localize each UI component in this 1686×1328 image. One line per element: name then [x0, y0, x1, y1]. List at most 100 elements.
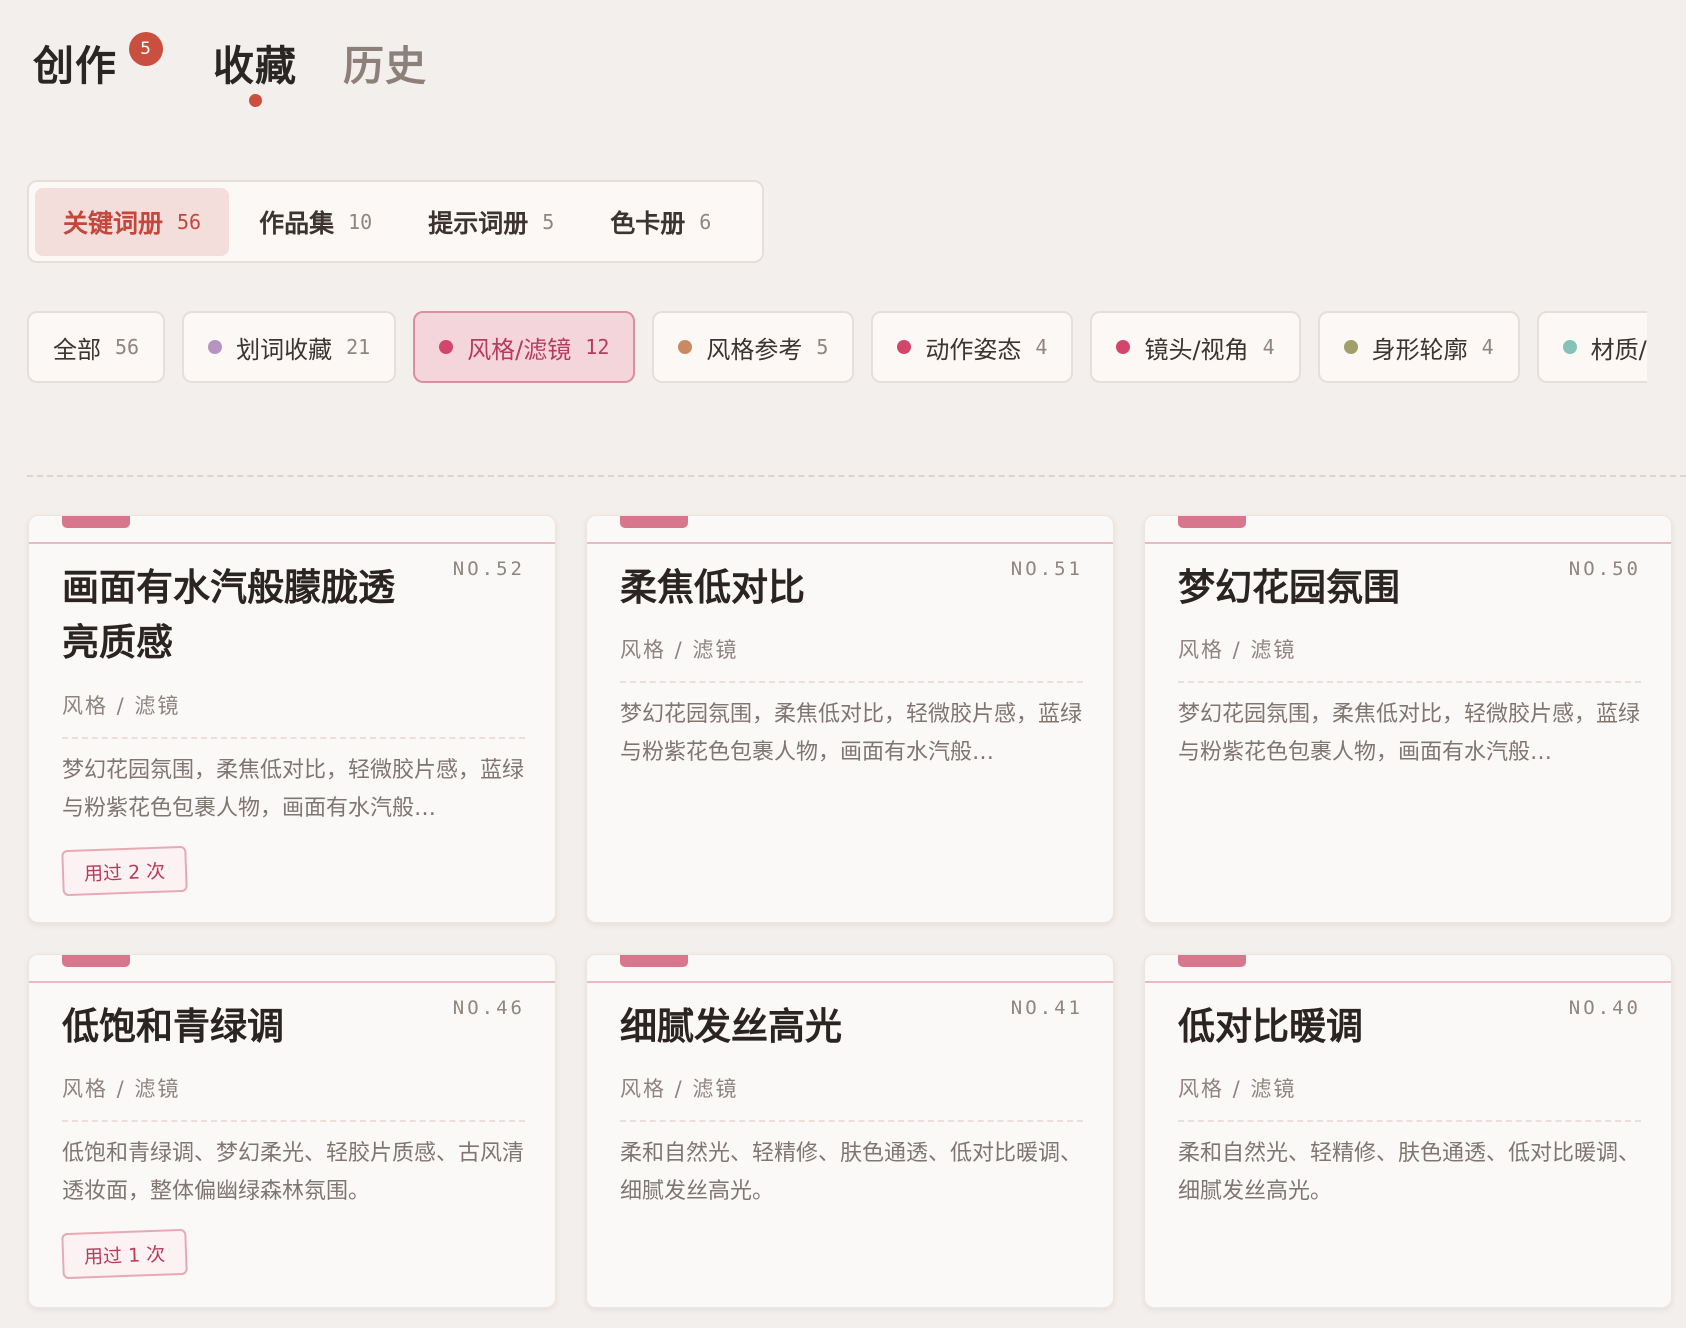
- filter-chip-camera-angle[interactable]: 镜头/视角 4: [1090, 311, 1301, 383]
- color-dot-icon: [439, 340, 454, 354]
- card-title: 梦幻花园氛围: [1178, 566, 1400, 609]
- active-tab-indicator: [249, 94, 262, 107]
- card-title: 细腻发丝高光: [620, 1005, 842, 1048]
- chip-count: 5: [816, 335, 829, 359]
- keyword-card[interactable]: NO.46 低饱和青绿调 风格 / 滤镜 低饱和青绿调、梦幻柔光、轻胶片质感、古…: [28, 954, 556, 1308]
- chip-label: 动作姿态: [925, 335, 1022, 364]
- chip-label: 划词收藏: [236, 335, 333, 364]
- card-top-rule: [1145, 542, 1671, 544]
- notification-badge: 5: [129, 32, 163, 66]
- tab-create[interactable]: 创作 5: [33, 32, 163, 92]
- chip-count: 4: [1035, 335, 1048, 359]
- card-title: 柔焦低对比: [620, 566, 805, 609]
- keyword-card[interactable]: NO.51 柔焦低对比 风格 / 滤镜 梦幻花园氛围，柔焦低对比，轻微胶片感，蓝…: [586, 515, 1114, 923]
- card-number: NO.41: [1010, 997, 1083, 1019]
- usage-stamp: 用过 2 次: [61, 845, 188, 897]
- card-top-rule: [1145, 981, 1671, 983]
- collection-type-tabs: 关键词册 56 作品集 10 提示词册 5 色卡册 6: [27, 180, 764, 263]
- subtab-count: 56: [177, 209, 202, 234]
- card-title: 低饱和青绿调: [62, 1005, 284, 1048]
- filter-chip-material[interactable]: 材质/: [1536, 311, 1647, 383]
- chip-count: 12: [585, 335, 610, 359]
- card-description: 梦幻花园氛围，柔焦低对比，轻微胶片感，蓝绿与粉紫花色包裹人物，画面有水汽般…: [620, 702, 1083, 765]
- chip-label: 风格/滤镜: [467, 335, 572, 364]
- subtab-colorcards[interactable]: 色卡册 6: [582, 188, 739, 256]
- card-separator: [62, 737, 525, 739]
- card-category: 风格 / 滤镜: [620, 638, 739, 662]
- card-title: 低对比暖调: [1178, 1005, 1363, 1048]
- subtab-count: 5: [542, 209, 555, 234]
- keyword-card[interactable]: NO.40 低对比暖调 风格 / 滤镜 柔和自然光、轻精修、肤色通透、低对比暖调…: [1144, 954, 1672, 1308]
- card-category: 风格 / 滤镜: [62, 694, 181, 718]
- main-tabs: 创作 5 收藏 历史: [33, 32, 427, 107]
- chip-count: 56: [115, 335, 140, 359]
- keyword-card[interactable]: NO.41 细腻发丝高光 风格 / 滤镜 柔和自然光、轻精修、肤色通透、低对比暖…: [586, 954, 1114, 1308]
- subtab-label: 作品集: [259, 208, 335, 238]
- card-tab-marker: [620, 955, 688, 967]
- card-number: NO.50: [1568, 558, 1641, 580]
- filter-chip-style-filter[interactable]: 风格/滤镜 12: [413, 311, 636, 383]
- subtab-label: 提示词册: [428, 208, 529, 238]
- card-separator: [62, 1120, 525, 1122]
- card-tab-marker: [620, 516, 688, 528]
- color-dot-icon: [1116, 340, 1131, 354]
- card-top-rule: [29, 542, 555, 544]
- filter-chip-silhouette[interactable]: 身形轮廓 4: [1317, 311, 1520, 383]
- card-title: 画面有水汽般朦胧透亮质感: [62, 566, 395, 664]
- subtab-label: 色卡册: [610, 208, 686, 238]
- card-tab-marker: [62, 516, 130, 528]
- card-separator: [1178, 681, 1641, 683]
- card-number: NO.46: [452, 997, 525, 1019]
- card-category: 风格 / 滤镜: [1178, 638, 1297, 662]
- card-tab-marker: [1178, 516, 1246, 528]
- filter-chip-all[interactable]: 全部 56: [27, 311, 166, 383]
- tab-history[interactable]: 历史: [343, 32, 427, 92]
- chip-label: 风格参考: [706, 335, 803, 364]
- card-description: 柔和自然光、轻精修、肤色通透、低对比暖调、细腻发丝高光。: [620, 1141, 1083, 1204]
- chip-count: 4: [1481, 335, 1494, 359]
- card-tab-marker: [1178, 955, 1246, 967]
- chip-count: 4: [1262, 335, 1275, 359]
- card-description: 低饱和青绿调、梦幻柔光、轻胶片质感、古风清透妆面，整体偏幽绿森林氛围。: [62, 1141, 525, 1204]
- filter-chip-style-reference[interactable]: 风格参考 5: [652, 311, 855, 383]
- keyword-card[interactable]: NO.50 梦幻花园氛围 风格 / 滤镜 梦幻花园氛围，柔焦低对比，轻微胶片感，…: [1144, 515, 1672, 923]
- subtab-count: 6: [699, 209, 712, 234]
- tab-history-label: 历史: [343, 42, 427, 90]
- card-separator: [620, 681, 1083, 683]
- subtab-works[interactable]: 作品集 10: [229, 188, 400, 256]
- filter-chip-pose[interactable]: 动作姿态 4: [871, 311, 1074, 383]
- color-dot-icon: [1343, 340, 1358, 354]
- card-top-rule: [587, 542, 1113, 544]
- card-separator: [620, 1120, 1083, 1122]
- chip-label: 身形轮廓: [1371, 335, 1468, 364]
- tab-favorites[interactable]: 收藏: [213, 32, 297, 107]
- usage-stamp: 用过 1 次: [61, 1228, 188, 1280]
- chip-label: 全部: [53, 335, 101, 364]
- card-category: 风格 / 滤镜: [620, 1077, 739, 1101]
- color-dot-icon: [678, 340, 693, 354]
- color-dot-icon: [897, 340, 912, 354]
- card-number: NO.40: [1568, 997, 1641, 1019]
- chip-label: 镜头/视角: [1144, 335, 1249, 364]
- subtab-prompts[interactable]: 提示词册 5: [400, 188, 582, 256]
- section-divider: [27, 475, 1686, 477]
- card-category: 风格 / 滤镜: [62, 1077, 181, 1101]
- subtab-label: 关键词册: [63, 208, 164, 238]
- card-description: 梦幻花园氛围，柔焦低对比，轻微胶片感，蓝绿与粉紫花色包裹人物，画面有水汽般…: [62, 758, 525, 821]
- chip-count: 21: [346, 335, 371, 359]
- category-filter-row: 全部 56 划词收藏 21 风格/滤镜 12 风格参考 5 动作姿态 4 镜头/…: [27, 311, 1647, 383]
- card-top-rule: [587, 981, 1113, 983]
- keyword-card[interactable]: NO.52 画面有水汽般朦胧透亮质感 风格 / 滤镜 梦幻花园氛围，柔焦低对比，…: [28, 515, 556, 923]
- card-category: 风格 / 滤镜: [1178, 1077, 1297, 1101]
- color-dot-icon: [1562, 340, 1577, 354]
- filter-chip-highlight-saves[interactable]: 划词收藏 21: [182, 311, 397, 383]
- card-description: 梦幻花园氛围，柔焦低对比，轻微胶片感，蓝绿与粉紫花色包裹人物，画面有水汽般…: [1178, 702, 1641, 765]
- tab-create-label: 创作: [33, 42, 117, 90]
- card-number: NO.51: [1010, 558, 1083, 580]
- tab-favorites-label: 收藏: [213, 42, 297, 90]
- card-tab-marker: [62, 955, 130, 967]
- subtab-keywords[interactable]: 关键词册 56: [35, 187, 230, 256]
- subtab-count: 10: [348, 209, 373, 234]
- chip-label: 材质/: [1590, 335, 1647, 364]
- color-dot-icon: [208, 340, 223, 354]
